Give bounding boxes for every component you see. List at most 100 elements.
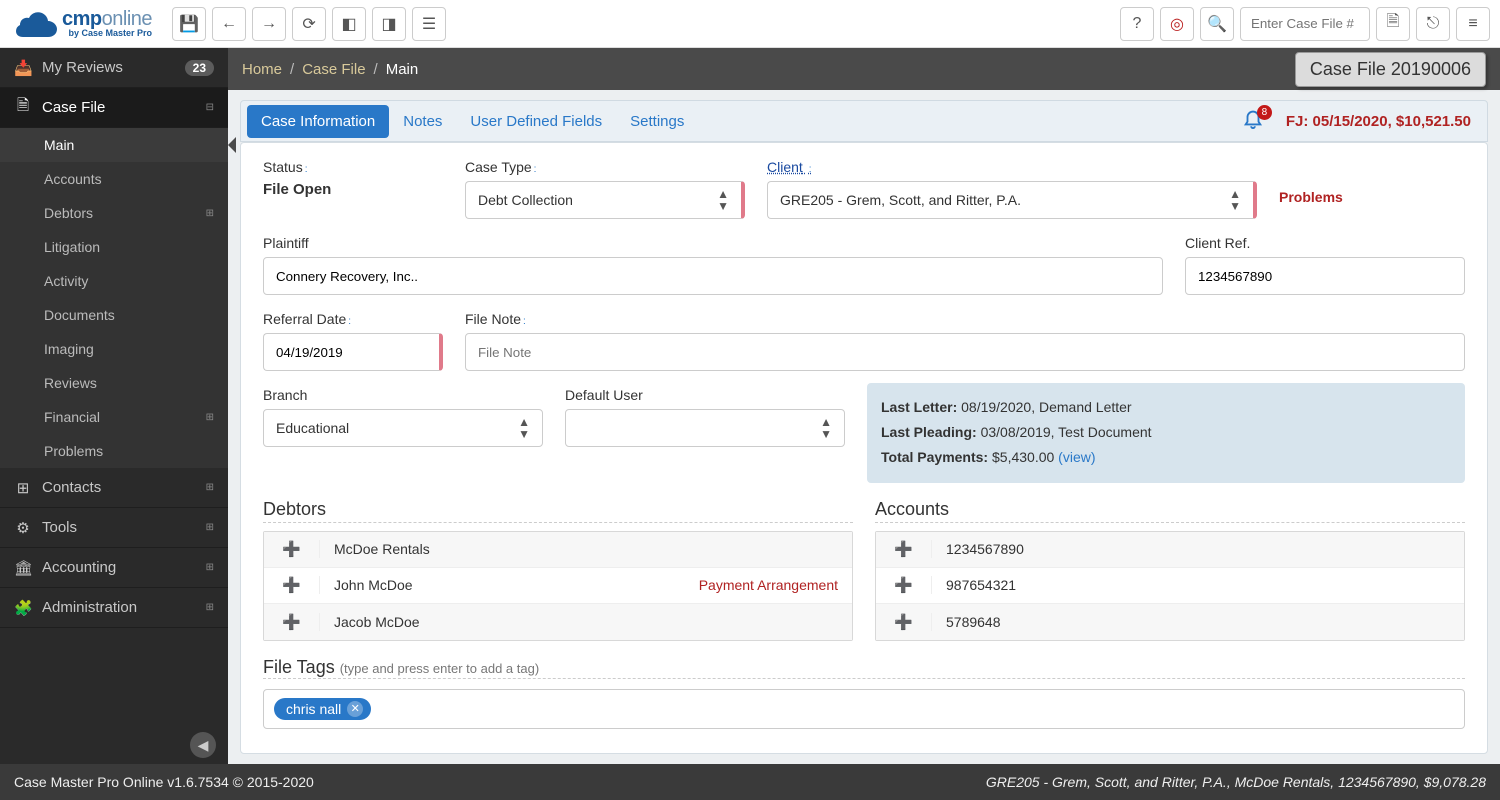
fj-summary: FJ: 05/15/2020, $10,521.50 — [1270, 113, 1481, 130]
defaultuser-label: Default User — [565, 387, 845, 403]
tab-notes[interactable]: Notes — [389, 105, 456, 138]
table-row[interactable]: ➕ McDoe Rentals — [264, 532, 852, 568]
table-row[interactable]: ➕ 1234567890 — [876, 532, 1464, 568]
filenote-label: File Note: — [465, 311, 1465, 327]
sidebar-item-label: My Reviews — [42, 59, 123, 76]
debtor-note: Payment Arrangement — [699, 577, 852, 593]
problems-link[interactable]: Problems — [1279, 173, 1343, 205]
sidebar-item-administration[interactable]: 🧩 Administration ⊞ — [0, 588, 228, 628]
sidebar-item-contacts[interactable]: ⊞ Contacts ⊞ — [0, 468, 228, 508]
grid-icon: ⊞ — [14, 479, 32, 497]
table-row[interactable]: ➕ 987654321 — [876, 568, 1464, 604]
lifesaver-icon[interactable]: ◎ — [1160, 7, 1194, 41]
sidebar-sub-main[interactable]: Main — [0, 128, 228, 162]
panel-right-icon[interactable]: ◨ — [372, 7, 406, 41]
sidebar-sub-documents[interactable]: Documents — [0, 298, 228, 332]
plaintiff-input[interactable] — [263, 257, 1163, 295]
case-file-number-button[interactable]: Case File 20190006 — [1295, 52, 1486, 87]
table-row[interactable]: ➕ John McDoe Payment Arrangement — [264, 568, 852, 604]
add-icon[interactable]: ➕ — [264, 613, 320, 631]
tag-remove-icon[interactable]: ✕ — [347, 701, 363, 717]
bell-badge: 8 — [1257, 105, 1272, 120]
bell-icon[interactable]: 8 — [1236, 107, 1270, 135]
crumb-main: Main — [386, 61, 419, 78]
help-icon[interactable]: ? — [1120, 7, 1154, 41]
casetype-select[interactable]: Debt Collection▲▼ — [465, 181, 745, 219]
expand-icon: ⊞ — [206, 482, 214, 493]
defaultuser-select[interactable]: ▲▼ — [565, 409, 845, 447]
sidebar-sub-reviews[interactable]: Reviews — [0, 366, 228, 400]
add-icon[interactable]: ➕ — [876, 613, 932, 631]
referral-label: Referral Date: — [263, 311, 443, 327]
save-icon[interactable]: 💾 — [172, 7, 206, 41]
tab-settings[interactable]: Settings — [616, 105, 698, 138]
filenote-input[interactable] — [465, 333, 1465, 371]
sidebar-sub-financial[interactable]: Financial⊞ — [0, 400, 228, 434]
branch-label: Branch — [263, 387, 543, 403]
sidebar-item-tools[interactable]: ⚙ Tools ⊞ — [0, 508, 228, 548]
add-icon[interactable]: ➕ — [264, 540, 320, 558]
tag-chip[interactable]: chris nall ✕ — [274, 698, 371, 720]
sidebar-sub-problems[interactable]: Problems — [0, 434, 228, 468]
client-select[interactable]: GRE205 - Grem, Scott, and Ritter, P.A.▲▼ — [767, 181, 1257, 219]
expand-icon: ⊞ — [206, 522, 214, 533]
search-icon[interactable]: 🔍 — [1200, 7, 1234, 41]
summary-box: Last Letter: 08/19/2020, Demand Letter L… — [867, 383, 1465, 483]
sidebar-sub-debtors[interactable]: Debtors⊞ — [0, 196, 228, 230]
reviews-badge: 23 — [185, 60, 214, 76]
plaintiff-label: Plaintiff — [263, 235, 1163, 251]
crumb-casefile[interactable]: Case File — [302, 61, 365, 78]
tab-user-defined-fields[interactable]: User Defined Fields — [456, 105, 616, 138]
expand-icon: ⊞ — [206, 562, 214, 573]
sidebar-sub-accounts[interactable]: Accounts — [0, 162, 228, 196]
crumb-home[interactable]: Home — [242, 61, 282, 78]
view-payments-link[interactable]: (view) — [1058, 449, 1095, 465]
sidebar-item-accounting[interactable]: 🏛 Accounting ⊞ — [0, 548, 228, 588]
tab-bar: Case Information Notes User Defined Fiel… — [240, 100, 1488, 142]
sidebar-item-label: Accounting — [42, 559, 116, 576]
clientref-label: Client Ref. — [1185, 235, 1465, 251]
back-icon[interactable]: ← — [212, 7, 246, 41]
sidebar-item-my-reviews[interactable]: 📥 My Reviews 23 — [0, 48, 228, 88]
add-icon[interactable]: ➕ — [876, 576, 932, 594]
sidebar-item-label: Tools — [42, 519, 77, 536]
list-icon[interactable]: ☰ — [412, 7, 446, 41]
add-icon[interactable]: ➕ — [264, 576, 320, 594]
sidebar-item-case-file[interactable]: 🗎 Case File ⊟ — [0, 88, 228, 128]
logo-byline: by Case Master Pro — [62, 29, 152, 38]
sidebar-item-label: Contacts — [42, 479, 101, 496]
client-label[interactable]: Client : — [767, 159, 1257, 175]
forward-icon[interactable]: → — [252, 7, 286, 41]
sidebar-sub-litigation[interactable]: Litigation — [0, 230, 228, 264]
breadcrumb: Home / Case File / Main Case File 201900… — [228, 48, 1500, 90]
status-label: Status: — [263, 159, 443, 175]
expand-icon: ⊞ — [206, 412, 214, 423]
table-row[interactable]: ➕ 5789648 — [876, 604, 1464, 640]
logout-icon[interactable]: ⎋ — [1416, 7, 1450, 41]
clientref-input[interactable] — [1185, 257, 1465, 295]
logo-suffix: online — [102, 8, 152, 30]
file-icon: 🗎 — [14, 95, 32, 120]
accounts-table: ➕ 1234567890 ➕ 987654321 ➕ 5789648 — [875, 531, 1465, 641]
sidebar-collapse-button[interactable]: ◀ — [190, 732, 216, 758]
add-icon[interactable]: ➕ — [876, 540, 932, 558]
document-icon[interactable]: 🗎 — [1376, 7, 1410, 41]
referral-date-input[interactable] — [263, 333, 443, 371]
panel-left-icon[interactable]: ◧ — [332, 7, 366, 41]
table-row[interactable]: ➕ Jacob McDoe — [264, 604, 852, 640]
tab-case-information[interactable]: Case Information — [247, 105, 389, 138]
menu-icon[interactable]: ≡ — [1456, 7, 1490, 41]
footer-summary: GRE205 - Grem, Scott, and Ritter, P.A., … — [986, 774, 1486, 790]
logo: cmponline by Case Master Pro — [10, 9, 172, 39]
bank-icon: 🏛 — [14, 559, 32, 577]
casetype-label: Case Type: — [465, 159, 745, 175]
case-search-input[interactable] — [1240, 7, 1370, 41]
refresh-icon[interactable]: ⟳ — [292, 7, 326, 41]
sidebar-sub-imaging[interactable]: Imaging — [0, 332, 228, 366]
footer-version: Case Master Pro Online v1.6.7534 © 2015-… — [14, 774, 314, 790]
debtors-title: Debtors — [263, 499, 853, 520]
sidebar-sub-activity[interactable]: Activity — [0, 264, 228, 298]
branch-select[interactable]: Educational▲▼ — [263, 409, 543, 447]
debtors-table: ➕ McDoe Rentals ➕ John McDoe Payment Arr… — [263, 531, 853, 641]
tags-input[interactable]: chris nall ✕ — [263, 689, 1465, 729]
